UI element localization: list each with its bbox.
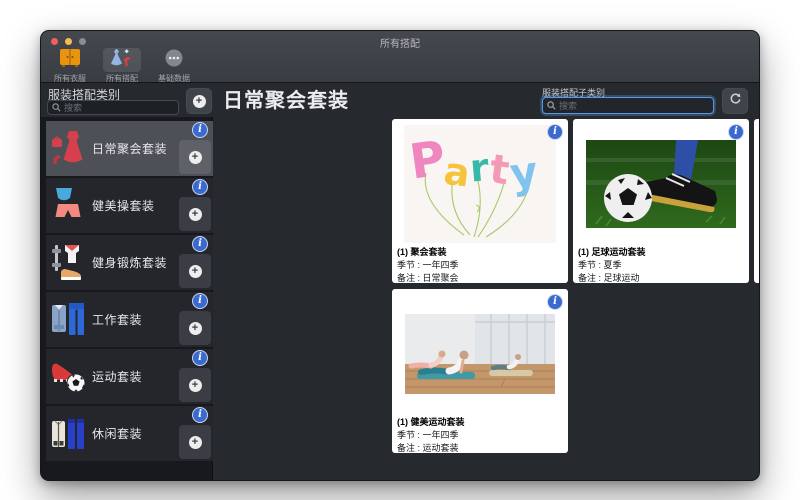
plus-icon: + [188, 321, 202, 335]
info-button[interactable]: i [192, 179, 208, 195]
refresh-button[interactable] [722, 88, 748, 114]
sidebar-item-workout-outfits[interactable]: 健身锻炼套装 i + [46, 235, 213, 290]
sidebar-item-sport-outfits[interactable]: 运动套装 i + [46, 349, 213, 404]
shirt-pants-icon [50, 299, 86, 339]
jeans-image [758, 123, 759, 245]
jacket-jeans-icon [50, 413, 86, 453]
sidebar-search[interactable] [47, 100, 179, 115]
info-button[interactable]: i [547, 124, 563, 140]
sidebar-item-label: 工作套装 [92, 313, 143, 327]
card-title: (1) 健美运动套装 [397, 417, 465, 427]
info-button[interactable]: i [192, 293, 208, 309]
add-subcategory-button[interactable]: + [179, 254, 211, 288]
dress-heel-icon [111, 48, 133, 73]
app-window: 所有搭配 所有衣服 所有搭配 基础数据 服装搭配类别 搜索 + 日常聚会套装 服… [40, 30, 760, 481]
plus-icon: + [188, 378, 202, 392]
card-note: 备注 : 随意搭配 [759, 272, 760, 285]
sidebar-item-work-outfits[interactable]: 工作套装 i + [46, 292, 213, 347]
outfit-card[interactable]: P a r t y i (1) 聚会套装 季节 : 一年四季 备注 : 日常聚会 [392, 119, 568, 283]
add-subcategory-button[interactable]: + [179, 140, 211, 174]
plus-icon: + [188, 150, 202, 164]
toolbar-item-all-clothes[interactable]: 所有衣服 [47, 48, 93, 84]
toolbar-label: 所有搭配 [106, 74, 138, 83]
soccer-image [577, 123, 745, 245]
red-dress-outfit-icon [50, 128, 86, 168]
sidebar-item-label: 健美操套装 [92, 199, 155, 213]
sidebar-item-label: 日常聚会套装 [92, 142, 168, 156]
info-button[interactable]: i [547, 294, 563, 310]
card-title: (5) 日常休闲搭配 [759, 246, 760, 259]
sidebar-search-input[interactable] [64, 102, 174, 113]
subcategory-search-input[interactable] [559, 100, 709, 111]
svg-text:a: a [442, 149, 473, 196]
card-note: 备注 : 日常聚会 [397, 273, 459, 283]
page-title: 日常聚会套装 [223, 90, 349, 112]
plus-icon: + [188, 264, 202, 278]
info-button[interactable]: i [192, 236, 208, 252]
search-icon [52, 99, 61, 117]
toolbar-item-base-data[interactable]: 基础数据 [151, 48, 197, 84]
add-subcategory-button[interactable]: + [179, 425, 211, 459]
sidebar-item-party-outfits[interactable]: 日常聚会套装 i + [46, 121, 213, 176]
circular-arrow-icon [729, 92, 742, 110]
card-season: 季节 : 秋冬季节 [759, 259, 760, 272]
card-grid: P a r t y i (1) 聚会套装 季节 : 一年四季 备注 : 日常聚会 [214, 117, 759, 480]
card-note: 备注 : 运动套装 [397, 443, 459, 453]
sidebar-item-label: 健身锻炼套装 [92, 256, 168, 270]
info-button[interactable]: i [192, 407, 208, 423]
toolbar: 所有衣服 所有搭配 基础数据 [47, 48, 197, 84]
info-button[interactable]: i [192, 122, 208, 138]
card-note: 备注 : 足球运动 [578, 273, 640, 283]
card-season: 季节 : 一年四季 [397, 430, 459, 440]
sidebar: 日常聚会套装 i + 健美操套装 i + 健身锻炼套装 i + 工作套装 i +… [41, 117, 213, 480]
card-text: (1) 健美运动套装 季节 : 一年四季 备注 : 运动套装 [397, 416, 564, 455]
toolbar-label: 所有衣服 [54, 74, 86, 83]
plus-icon: + [192, 94, 206, 108]
card-title: (1) 足球运动套装 [578, 247, 646, 257]
info-button[interactable]: i [192, 350, 208, 366]
card-text: (1) 足球运动套装 季节 : 夏季 备注 : 足球运动 [578, 246, 745, 285]
toolbar-item-all-outfits[interactable]: 所有搭配 [99, 48, 145, 84]
add-subcategory-button[interactable]: + [179, 311, 211, 345]
sidebar-item-casual-outfits[interactable]: 休闲套装 i + [46, 406, 213, 461]
card-season: 季节 : 一年四季 [397, 260, 459, 270]
sidebar-item-aerobics-outfits[interactable]: 健美操套装 i + [46, 178, 213, 233]
outfit-card[interactable]: i (1) 健美运动套装 季节 : 一年四季 备注 : 运动套装 [392, 289, 568, 453]
info-button[interactable]: i [728, 124, 744, 140]
party-balloons-image: P a r t y [396, 123, 564, 245]
sidebar-item-label: 休闲套装 [92, 427, 143, 441]
sidebar-item-label: 运动套装 [92, 370, 143, 384]
yoga-class-image [396, 293, 564, 415]
plus-icon: + [188, 435, 202, 449]
outfit-card[interactable]: i (5) 日常休闲搭配 季节 : 秋冬季节 备注 : 随意搭配 [754, 119, 760, 285]
card-title: (1) 聚会套装 [397, 247, 447, 257]
window-chrome: 所有搭配 所有衣服 所有搭配 基础数据 [41, 31, 759, 83]
subcategory-search[interactable] [542, 97, 714, 114]
card-text: (5) 日常休闲搭配 季节 : 秋冬季节 备注 : 随意搭配 [759, 246, 760, 285]
ellipsis-icon [164, 48, 184, 73]
cleat-soccer-ball-icon [50, 356, 86, 396]
sports-bra-shorts-icon [50, 185, 86, 225]
plus-icon: + [188, 207, 202, 221]
outfit-card[interactable]: i (1) 足球运动套装 季节 : 夏季 备注 : 足球运动 [573, 119, 749, 283]
wardrobe-icon [59, 48, 81, 73]
dumbbell-tank-shoe-icon [50, 242, 86, 282]
card-text: (1) 聚会套装 季节 : 一年四季 备注 : 日常聚会 [397, 246, 564, 285]
add-category-button[interactable]: + [186, 88, 212, 114]
search-icon [547, 97, 556, 115]
toolbar-label: 基础数据 [158, 74, 190, 83]
add-subcategory-button[interactable]: + [179, 368, 211, 402]
add-subcategory-button[interactable]: + [179, 197, 211, 231]
card-season: 季节 : 夏季 [578, 260, 622, 270]
